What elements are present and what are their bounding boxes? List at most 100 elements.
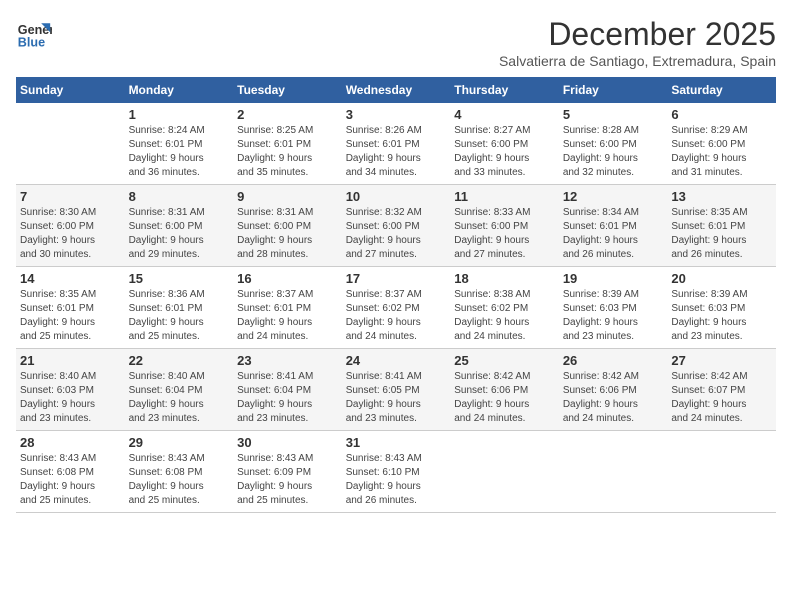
calendar-header-row: SundayMondayTuesdayWednesdayThursdayFrid… — [16, 77, 776, 103]
day-number: 31 — [346, 435, 447, 450]
header-friday: Friday — [559, 77, 668, 103]
day-info: Sunrise: 8:41 AM Sunset: 6:05 PM Dayligh… — [346, 370, 447, 426]
day-number: 17 — [346, 271, 447, 286]
day-info: Sunrise: 8:30 AM Sunset: 6:00 PM Dayligh… — [20, 206, 121, 262]
day-number: 19 — [563, 271, 664, 286]
header-saturday: Saturday — [667, 77, 776, 103]
day-number: 14 — [20, 271, 121, 286]
calendar-cell: 4Sunrise: 8:27 AM Sunset: 6:00 PM Daylig… — [450, 103, 559, 185]
day-number: 25 — [454, 353, 555, 368]
day-number: 30 — [237, 435, 338, 450]
logo: General Blue — [16, 16, 52, 52]
calendar-cell: 6Sunrise: 8:29 AM Sunset: 6:00 PM Daylig… — [667, 103, 776, 185]
day-info: Sunrise: 8:25 AM Sunset: 6:01 PM Dayligh… — [237, 124, 338, 180]
header-wednesday: Wednesday — [342, 77, 451, 103]
calendar-cell: 16Sunrise: 8:37 AM Sunset: 6:01 PM Dayli… — [233, 267, 342, 349]
calendar-cell: 3Sunrise: 8:26 AM Sunset: 6:01 PM Daylig… — [342, 103, 451, 185]
calendar-cell: 5Sunrise: 8:28 AM Sunset: 6:00 PM Daylig… — [559, 103, 668, 185]
day-info: Sunrise: 8:35 AM Sunset: 6:01 PM Dayligh… — [20, 288, 121, 344]
day-number: 7 — [20, 189, 121, 204]
day-number: 15 — [129, 271, 230, 286]
day-number: 10 — [346, 189, 447, 204]
calendar-cell: 1 Sunrise: 8:24 AM Sunset: 6:01 PM Daylig… — [125, 103, 234, 185]
calendar-table: SundayMondayTuesdayWednesdayThursdayFrid… — [16, 77, 776, 513]
calendar-cell: 9 Sunrise: 8:31 AM Sunset: 6:00 PM Daylig… — [233, 185, 342, 267]
day-info: Sunrise: 8:34 AM Sunset: 6:01 PM Dayligh… — [563, 206, 664, 262]
calendar-cell: 27 Sunrise: 8:42 AM Sunset: 6:07 PM Dayli… — [667, 349, 776, 431]
day-info: Sunrise: 8:42 AM Sunset: 6:06 PM Dayligh… — [563, 370, 664, 426]
day-info: Sunrise: 8:35 AM Sunset: 6:01 PM Dayligh… — [671, 206, 772, 262]
calendar-cell: 17 Sunrise: 8:37 AM Sunset: 6:02 PM Dayli… — [342, 267, 451, 349]
day-info: Sunrise: 8:43 AM Sunset: 6:08 PM Dayligh… — [20, 452, 121, 508]
day-info: Sunrise: 8:38 AM Sunset: 6:02 PM Dayligh… — [454, 288, 555, 344]
calendar-week-row: 1 Sunrise: 8:24 AM Sunset: 6:01 PM Daylig… — [16, 103, 776, 185]
day-number: 21 — [20, 353, 121, 368]
day-info: Sunrise: 8:42 AM Sunset: 6:06 PM Dayligh… — [454, 370, 555, 426]
day-number: 11 — [454, 189, 555, 204]
calendar-cell: 14 Sunrise: 8:35 AM Sunset: 6:01 PM Dayli… — [16, 267, 125, 349]
day-info: Sunrise: 8:37 AM Sunset: 6:02 PM Dayligh… — [346, 288, 447, 344]
calendar-cell: 25 Sunrise: 8:42 AM Sunset: 6:06 PM Dayli… — [450, 349, 559, 431]
day-number: 20 — [671, 271, 772, 286]
day-number: 23 — [237, 353, 338, 368]
day-number: 13 — [671, 189, 772, 204]
day-info: Sunrise: 8:41 AM Sunset: 6:04 PM Dayligh… — [237, 370, 338, 426]
day-number: 12 — [563, 189, 664, 204]
month-title: December 2025 — [499, 16, 776, 53]
calendar-cell: 23 Sunrise: 8:41 AM Sunset: 6:04 PM Dayli… — [233, 349, 342, 431]
header-thursday: Thursday — [450, 77, 559, 103]
day-number: 1 — [129, 107, 230, 122]
day-number: 27 — [671, 353, 772, 368]
svg-text:Blue: Blue — [18, 36, 45, 50]
header-monday: Monday — [125, 77, 234, 103]
day-number: 18 — [454, 271, 555, 286]
day-info: Sunrise: 8:42 AM Sunset: 6:07 PM Dayligh… — [671, 370, 772, 426]
calendar-week-row: 28 Sunrise: 8:43 AM Sunset: 6:08 PM Dayli… — [16, 431, 776, 513]
calendar-cell: 21 Sunrise: 8:40 AM Sunset: 6:03 PM Dayli… — [16, 349, 125, 431]
header-sunday: Sunday — [16, 77, 125, 103]
title-area: December 2025 Salvatierra de Santiago, E… — [499, 16, 776, 69]
location-subtitle: Salvatierra de Santiago, Extremadura, Sp… — [499, 53, 776, 69]
day-info: Sunrise: 8:32 AM Sunset: 6:00 PM Dayligh… — [346, 206, 447, 262]
calendar-cell: 10 Sunrise: 8:32 AM Sunset: 6:00 PM Dayli… — [342, 185, 451, 267]
day-number: 2 — [237, 107, 338, 122]
calendar-cell: 20 Sunrise: 8:39 AM Sunset: 6:03 PM Dayli… — [667, 267, 776, 349]
day-number: 24 — [346, 353, 447, 368]
day-info: Sunrise: 8:27 AM Sunset: 6:00 PM Dayligh… — [454, 124, 555, 180]
header-tuesday: Tuesday — [233, 77, 342, 103]
day-number: 28 — [20, 435, 121, 450]
day-info: Sunrise: 8:31 AM Sunset: 6:00 PM Dayligh… — [237, 206, 338, 262]
calendar-cell — [559, 431, 668, 513]
day-number: 6 — [671, 107, 772, 122]
day-info: Sunrise: 8:36 AM Sunset: 6:01 PM Dayligh… — [129, 288, 230, 344]
day-info: Sunrise: 8:43 AM Sunset: 6:09 PM Dayligh… — [237, 452, 338, 508]
day-info: Sunrise: 8:26 AM Sunset: 6:01 PM Dayligh… — [346, 124, 447, 180]
day-info: Sunrise: 8:40 AM Sunset: 6:04 PM Dayligh… — [129, 370, 230, 426]
calendar-week-row: 7 Sunrise: 8:30 AM Sunset: 6:00 PM Daylig… — [16, 185, 776, 267]
day-info: Sunrise: 8:39 AM Sunset: 6:03 PM Dayligh… — [671, 288, 772, 344]
calendar-cell: 28 Sunrise: 8:43 AM Sunset: 6:08 PM Dayli… — [16, 431, 125, 513]
day-info: Sunrise: 8:31 AM Sunset: 6:00 PM Dayligh… — [129, 206, 230, 262]
calendar-cell: 7 Sunrise: 8:30 AM Sunset: 6:00 PM Daylig… — [16, 185, 125, 267]
calendar-cell: 31 Sunrise: 8:43 AM Sunset: 6:10 PM Dayli… — [342, 431, 451, 513]
calendar-cell — [450, 431, 559, 513]
day-info: Sunrise: 8:43 AM Sunset: 6:10 PM Dayligh… — [346, 452, 447, 508]
calendar-cell: 19Sunrise: 8:39 AM Sunset: 6:03 PM Dayli… — [559, 267, 668, 349]
calendar-cell: 18 Sunrise: 8:38 AM Sunset: 6:02 PM Dayli… — [450, 267, 559, 349]
day-number: 29 — [129, 435, 230, 450]
calendar-cell — [667, 431, 776, 513]
calendar-cell: 30 Sunrise: 8:43 AM Sunset: 6:09 PM Dayli… — [233, 431, 342, 513]
calendar-cell: 13 Sunrise: 8:35 AM Sunset: 6:01 PM Dayli… — [667, 185, 776, 267]
header: General Blue December 2025 Salvatierra d… — [16, 16, 776, 69]
day-info: Sunrise: 8:40 AM Sunset: 6:03 PM Dayligh… — [20, 370, 121, 426]
day-number: 9 — [237, 189, 338, 204]
calendar-cell: 26Sunrise: 8:42 AM Sunset: 6:06 PM Dayli… — [559, 349, 668, 431]
day-info: Sunrise: 8:24 AM Sunset: 6:01 PM Dayligh… — [129, 124, 230, 180]
calendar-cell: 15 Sunrise: 8:36 AM Sunset: 6:01 PM Dayli… — [125, 267, 234, 349]
calendar-cell: 12 Sunrise: 8:34 AM Sunset: 6:01 PM Dayli… — [559, 185, 668, 267]
calendar-cell: 29 Sunrise: 8:43 AM Sunset: 6:08 PM Dayli… — [125, 431, 234, 513]
calendar-cell: 11Sunrise: 8:33 AM Sunset: 6:00 PM Dayli… — [450, 185, 559, 267]
day-info: Sunrise: 8:43 AM Sunset: 6:08 PM Dayligh… — [129, 452, 230, 508]
calendar-cell: 22Sunrise: 8:40 AM Sunset: 6:04 PM Dayli… — [125, 349, 234, 431]
day-info: Sunrise: 8:37 AM Sunset: 6:01 PM Dayligh… — [237, 288, 338, 344]
